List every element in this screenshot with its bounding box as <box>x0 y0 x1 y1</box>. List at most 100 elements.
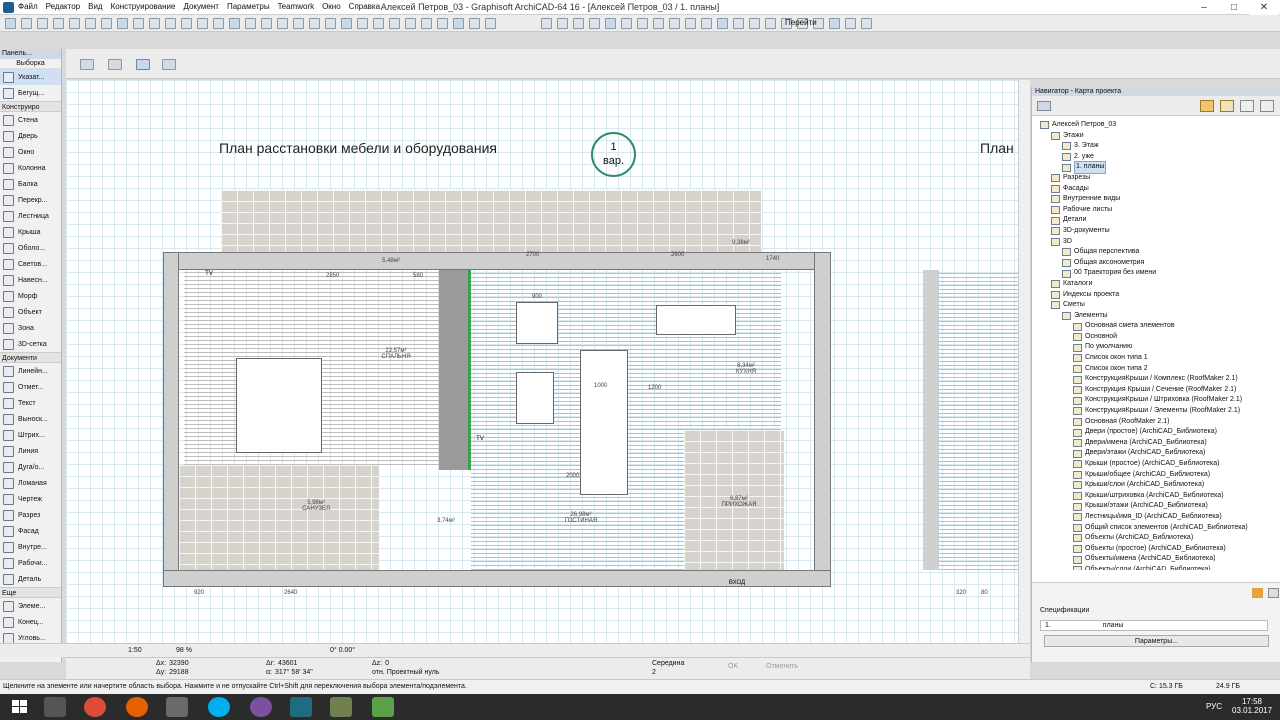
z-reference[interactable]: отн. Проектный нуль <box>372 669 439 676</box>
toolbar-tool-icon[interactable] <box>373 18 384 29</box>
tree-item[interactable]: Основная (RoofMaker 2.1) <box>1032 417 1280 428</box>
floor-plan-canvas[interactable]: План расстановки мебели и оборудования 1… <box>66 80 1018 643</box>
toolbar-tool-icon[interactable] <box>845 18 856 29</box>
toolbar-tool-icon[interactable] <box>621 18 632 29</box>
bathroom-room[interactable] <box>179 465 379 570</box>
toolbar-tool-icon[interactable] <box>117 18 128 29</box>
tree-item[interactable]: Лестницы/имя_ID (ArchiCAD_Библиотека) <box>1032 512 1280 523</box>
tree-item[interactable]: Основной <box>1032 332 1280 343</box>
tree-item[interactable]: Общий список элементов (ArchiCAD_Библиот… <box>1032 523 1280 534</box>
firefox-icon[interactable] <box>126 697 148 717</box>
delete-icon[interactable] <box>1268 588 1279 598</box>
toolbar-tool-icon[interactable] <box>717 18 728 29</box>
toolbox-tool[interactable]: Внутре... <box>0 539 61 555</box>
tree-item[interactable]: Детали <box>1032 215 1280 226</box>
toolbar-tool-icon[interactable] <box>101 18 112 29</box>
tree-item[interactable]: Крыши/этажи (ArchiCAD_Библиотека) <box>1032 501 1280 512</box>
explorer-icon[interactable] <box>44 697 66 717</box>
app-icon[interactable] <box>166 697 188 717</box>
new-folder-icon[interactable] <box>1252 588 1263 598</box>
toolbox-tool[interactable]: Элеме... <box>0 598 61 614</box>
toolbar-tool-icon[interactable] <box>85 18 96 29</box>
navigator-menu-icon[interactable] <box>1037 101 1051 111</box>
toolbar-tool-icon[interactable] <box>261 18 272 29</box>
toolbox-tool[interactable]: Перекр... <box>0 192 61 208</box>
toolbar-tool-icon[interactable] <box>685 18 696 29</box>
toolbox-tool[interactable]: Выноск... <box>0 411 61 427</box>
spec-name[interactable]: планы <box>1103 622 1124 629</box>
toolbox-tool[interactable]: Балка <box>0 176 61 192</box>
toolbar-tool-icon[interactable] <box>341 18 352 29</box>
toolbox-tool[interactable]: Морф <box>0 288 61 304</box>
toolbox-tool[interactable]: Текст <box>0 395 61 411</box>
tree-item[interactable]: 3D <box>1032 237 1280 248</box>
toolbar-tool-icon[interactable] <box>453 18 464 29</box>
toolbox-tool[interactable]: Стена <box>0 112 61 128</box>
toolbox-tool[interactable]: Указат... <box>0 69 61 85</box>
tree-item[interactable]: Каталоги <box>1032 279 1280 290</box>
toolbar-tool-icon[interactable] <box>589 18 600 29</box>
tree-item[interactable]: 3. Этаж <box>1032 141 1280 152</box>
toolbar-tool-icon[interactable] <box>5 18 16 29</box>
toolbox-tool[interactable]: Светов... <box>0 256 61 272</box>
tree-item[interactable]: Двери/этажи (ArchiCAD_Библиотека) <box>1032 448 1280 459</box>
scale-value[interactable]: 1:50 <box>128 647 142 654</box>
tree-item[interactable]: Список окон типа 2 <box>1032 364 1280 375</box>
toolbox-tool[interactable]: Отмет... <box>0 379 61 395</box>
tree-item[interactable]: Двери (простое) (ArchiCAD_Библиотека) <box>1032 427 1280 438</box>
minimize-button[interactable]: – <box>1189 0 1219 15</box>
toolbox-tool[interactable]: Зона <box>0 320 61 336</box>
rotated-rectangle-icon[interactable] <box>136 59 150 70</box>
language-indicator[interactable]: РУС <box>1206 702 1222 711</box>
tree-item[interactable]: Конструкция Крыши / Сечение (RoofMaker 2… <box>1032 385 1280 396</box>
tree-item[interactable]: Объекты/слои (ArchiCAD_Библиотека) <box>1032 565 1280 570</box>
tree-item[interactable]: Двери/имена (ArchiCAD_Библиотека) <box>1032 438 1280 449</box>
tree-item[interactable]: По умолчанию <box>1032 342 1280 353</box>
tree-item[interactable]: Алексей Петров_03 <box>1032 120 1280 131</box>
layout-book-icon[interactable] <box>1240 100 1254 112</box>
toolbox-tool[interactable]: Объект <box>0 304 61 320</box>
toolbar-tool-icon[interactable] <box>325 18 336 29</box>
tree-item[interactable]: Крыши/общее (ArchiCAD_Библиотека) <box>1032 470 1280 481</box>
toolbar-tool-icon[interactable] <box>437 18 448 29</box>
toolbar-tool-icon[interactable] <box>669 18 680 29</box>
canvas-vertical-scrollbar[interactable] <box>1018 80 1030 643</box>
coffee-table[interactable] <box>516 372 554 424</box>
cancel-button[interactable]: Отменить <box>766 663 798 670</box>
tree-item[interactable]: Внутренние виды <box>1032 194 1280 205</box>
toolbox-tool[interactable]: Рабочи... <box>0 555 61 571</box>
toolbar-tool-icon[interactable] <box>309 18 320 29</box>
tree-item[interactable]: 1. планы <box>1032 161 1280 174</box>
toolbar-tool-icon[interactable] <box>53 18 64 29</box>
toolbar-tool-icon[interactable] <box>293 18 304 29</box>
toolbar-tool-icon[interactable] <box>357 18 368 29</box>
toolbar-tool-icon[interactable] <box>197 18 208 29</box>
rectangle-select-icon[interactable] <box>108 59 122 70</box>
tree-item[interactable]: КонструкцияКрыши / Элементы (RoofMaker 2… <box>1032 406 1280 417</box>
toolbar-tool-icon[interactable] <box>229 18 240 29</box>
toolbar-tool-icon[interactable] <box>245 18 256 29</box>
toolbar-tool-icon[interactable] <box>181 18 192 29</box>
toolbar-tool-icon[interactable] <box>277 18 288 29</box>
tree-item[interactable]: Список окон типа 1 <box>1032 353 1280 364</box>
app3-icon[interactable] <box>372 697 394 717</box>
more-section-header[interactable]: Еще <box>0 587 61 598</box>
dy-value[interactable]: 29188 <box>169 669 188 676</box>
toolbox-tool[interactable]: Бегущ... <box>0 85 61 101</box>
app2-icon[interactable] <box>330 697 352 717</box>
toolbox-tool[interactable]: Фасад <box>0 523 61 539</box>
toolbar-tool-icon[interactable] <box>733 18 744 29</box>
skype-icon[interactable] <box>208 697 230 717</box>
tree-item[interactable]: Рабочие листы <box>1032 205 1280 216</box>
toolbox-tool[interactable]: Колонна <box>0 160 61 176</box>
document-section-header[interactable]: Документи <box>0 352 61 363</box>
tree-item[interactable]: Крыши/штриховка (ArchiCAD_Библиотека) <box>1032 491 1280 502</box>
publisher-sets-icon[interactable] <box>1260 100 1274 112</box>
toolbox-tool[interactable]: Навесн... <box>0 272 61 288</box>
menu-item[interactable]: Вид <box>88 2 102 11</box>
construct-section-header[interactable]: Конструиро <box>0 101 61 112</box>
zoom-value[interactable]: 98 % <box>176 647 192 654</box>
toolbar-tool-icon[interactable] <box>133 18 144 29</box>
snap-label[interactable]: Середина <box>652 660 684 667</box>
toolbar-tool-icon[interactable] <box>829 18 840 29</box>
